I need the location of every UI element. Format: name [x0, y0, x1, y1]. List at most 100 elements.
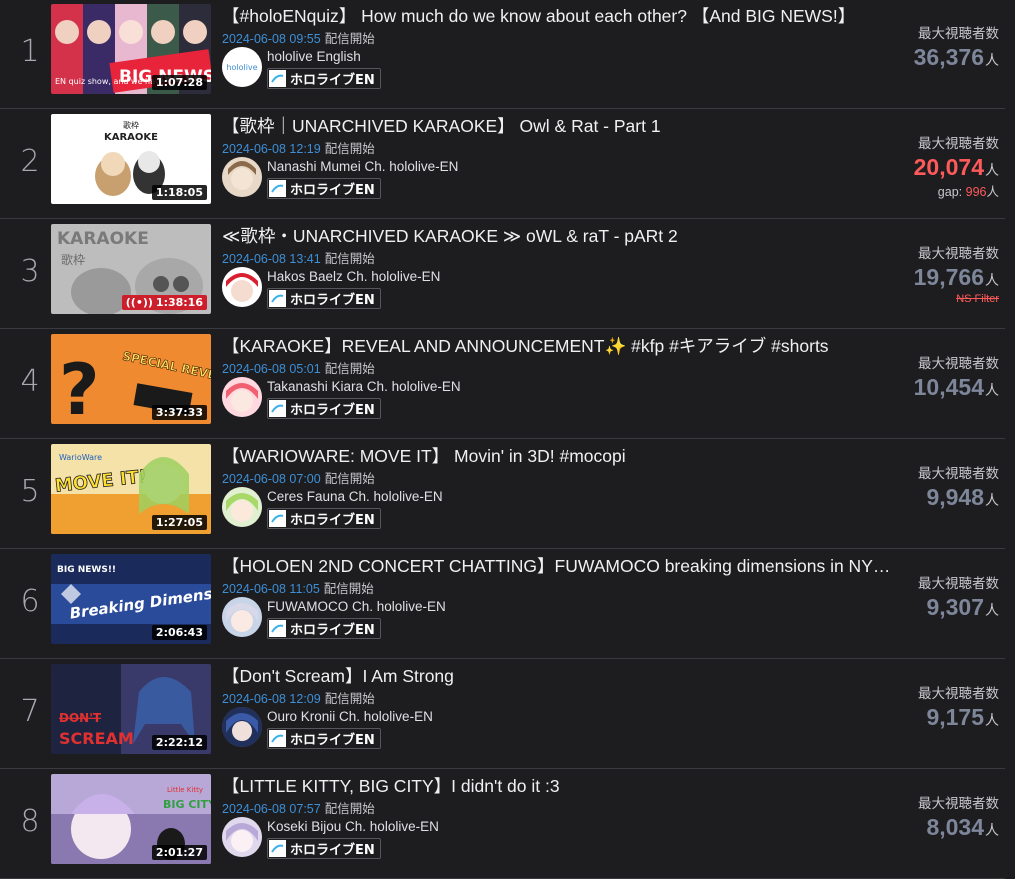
stat-label: 最大視聴者数 [918, 686, 999, 701]
ranking-row[interactable]: 6 BIG NEWS!! Breaking Dimensions 2:06:43… [0, 550, 1005, 659]
duration-badge: 1:18:05 [151, 185, 207, 200]
thumb-subtext: DON'T [59, 711, 102, 725]
peak-viewers-value: 9,307 [926, 594, 984, 620]
start-date: 2024-06-08 09:55 [222, 32, 321, 46]
ranking-row[interactable]: 1 BIG NEWS!? EN quiz show, and we have 1… [0, 0, 1005, 109]
badge-label: ホロライブEN [290, 843, 375, 858]
start-suffix: 配信開始 [324, 802, 375, 816]
start-suffix: 配信開始 [324, 32, 375, 46]
ranking-row[interactable]: 5 WarioWare MOVE IT! 1:27:05 【WARIOWARE:… [0, 440, 1005, 549]
stat-label: 最大視聴者数 [918, 576, 999, 591]
channel-avatar[interactable] [222, 597, 262, 637]
thumb-subtext: EN quiz show, and we have [55, 77, 165, 86]
start-suffix: 配信開始 [324, 252, 375, 266]
badge-label: ホロライブEN [290, 403, 375, 418]
unit: 人 [985, 382, 999, 398]
channel-avatar[interactable] [222, 157, 262, 197]
badge-label: ホロライブEN [290, 183, 375, 198]
video-title[interactable]: 【#holoENquiz】 How much do we know about … [222, 3, 902, 28]
viewer-stats: 最大視聴者数 10,454人 [914, 352, 999, 405]
thumb-text: KARAOKE [104, 132, 158, 143]
hololive-logo-icon [269, 290, 286, 307]
duration-badge: 1:27:05 [151, 515, 207, 530]
channel-name[interactable]: Takanashi Kiara Ch. hololive-EN [267, 379, 461, 394]
ranking-row[interactable]: 2 歌枠 KARAOKE 1:18:05 【歌枠｜UNARCHIVED KARA… [0, 110, 1005, 219]
channel-avatar[interactable] [222, 377, 262, 417]
peak-viewers: 9,175人 [918, 702, 999, 735]
viewer-stats: 最大視聴者数 20,074人 gap: 996人 [914, 132, 999, 200]
video-title[interactable]: 【Don't Scream】I Am Strong [222, 663, 902, 688]
start-time: 2024-06-08 12:09 配信開始 [222, 688, 375, 707]
channel-avatar[interactable] [222, 707, 262, 747]
channel-avatar[interactable] [222, 487, 262, 527]
channel-avatar[interactable] [222, 817, 262, 857]
peak-viewers-value: 9,948 [926, 484, 984, 510]
start-date: 2024-06-08 07:57 [222, 802, 321, 816]
duration-badge: ((•)) 1:38:16 [121, 295, 207, 310]
stat-label: 最大視聴者数 [918, 466, 999, 481]
video-thumbnail[interactable]: KARAOKE 歌枠 ((•)) 1:38:16 [51, 224, 211, 314]
hololive-logo-icon [269, 510, 286, 527]
start-suffix: 配信開始 [324, 362, 375, 376]
ranking-row[interactable]: 7 DON'T SCREAM 2:22:12 【Don't Scream】I A… [0, 660, 1005, 769]
video-title[interactable]: 【HOLOEN 2ND CONCERT CHATTING】FUWAMOCO br… [222, 553, 902, 578]
ranking-row[interactable]: 4 ? SPECIAL REVEAL 3:37:33 【KARAOKE】REVE… [0, 330, 1005, 439]
channel-name[interactable]: Nanashi Mumei Ch. hololive-EN [267, 159, 458, 174]
channel-name[interactable]: Ceres Fauna Ch. hololive-EN [267, 489, 443, 504]
ranking-row[interactable]: 3 KARAOKE 歌枠 ((•)) 1:38:16 ≪歌枠・UNARCHIVE… [0, 220, 1005, 329]
unit: 人 [985, 162, 999, 178]
viewer-stats: 最大視聴者数 36,376人 [914, 22, 999, 75]
gap-value: 996 [965, 185, 987, 199]
group-badge: ホロライブEN [267, 838, 381, 859]
badge-label: ホロライブEN [290, 293, 375, 308]
start-time: 2024-06-08 13:41 配信開始 [222, 248, 375, 267]
channel-avatar[interactable]: hololive [222, 47, 262, 87]
peak-viewers-value: 20,074 [913, 154, 984, 180]
unit: 人 [985, 602, 999, 618]
thumb-subtext: BIG NEWS!! [57, 565, 116, 575]
thumb-subtext: WarioWare [59, 453, 102, 462]
peak-viewers: 19,766人 [914, 262, 999, 295]
group-badge: ホロライブEN [267, 68, 381, 89]
video-thumbnail[interactable]: 歌枠 KARAOKE 1:18:05 [51, 114, 211, 204]
peak-viewers: 36,376人 [914, 42, 999, 75]
channel-name[interactable]: Koseki Bijou Ch. hololive-EN [267, 819, 439, 834]
viewer-stats: 最大視聴者数 9,175人 [918, 682, 999, 735]
video-title[interactable]: 【LITTLE KITTY, BIG CITY】I didn't do it :… [222, 773, 902, 798]
peak-viewers-value: 36,376 [913, 44, 984, 70]
hololive-logo-icon [269, 730, 286, 747]
channel-name[interactable]: hololive English [267, 49, 361, 64]
gap-label: gap: [937, 185, 963, 199]
video-thumbnail[interactable]: ? SPECIAL REVEAL 3:37:33 [51, 334, 211, 424]
start-date: 2024-06-08 11:05 [222, 582, 320, 596]
video-title[interactable]: 【WARIOWARE: MOVE IT】 Movin' in 3D! #moco… [222, 443, 902, 468]
ranking-row[interactable]: 8 Little Kitty BIG CITY 2:01:27 【LITTLE … [0, 770, 1005, 879]
thumb-subtext: 歌枠 [61, 252, 85, 267]
video-thumbnail[interactable]: DON'T SCREAM 2:22:12 [51, 664, 211, 754]
peak-viewers-value: 19,766 [913, 264, 984, 290]
viewer-stats: 最大視聴者数 9,307人 [918, 572, 999, 625]
thumb-text: BIG CITY [163, 798, 211, 811]
group-badge: ホロライブEN [267, 618, 381, 639]
duration-text: 1:38:16 [155, 296, 203, 309]
group-badge: ホロライブEN [267, 288, 381, 309]
duration-text: 1:07:28 [155, 76, 203, 89]
video-thumbnail[interactable]: BIG NEWS!! Breaking Dimensions 2:06:43 [51, 554, 211, 644]
video-title[interactable]: 【歌枠｜UNARCHIVED KARAOKE】 Owl & Rat - Part… [222, 113, 902, 138]
stat-label: 最大視聴者数 [918, 246, 999, 261]
unit: 人 [985, 52, 999, 68]
start-suffix: 配信開始 [323, 582, 374, 596]
video-thumbnail[interactable]: BIG NEWS!? EN quiz show, and we have 1:0… [51, 4, 211, 94]
channel-name[interactable]: Hakos Baelz Ch. hololive-EN [267, 269, 440, 284]
start-suffix: 配信開始 [324, 692, 375, 706]
channel-avatar[interactable] [222, 267, 262, 307]
video-thumbnail[interactable]: WarioWare MOVE IT! 1:27:05 [51, 444, 211, 534]
video-title[interactable]: ≪歌枠・UNARCHIVED KARAOKE ≫ oWL & raT - pAR… [222, 223, 902, 248]
unit: 人 [985, 712, 999, 728]
thumb-text: SCREAM [59, 729, 134, 748]
video-thumbnail[interactable]: Little Kitty BIG CITY 2:01:27 [51, 774, 211, 864]
video-title[interactable]: 【KARAOKE】REVEAL AND ANNOUNCEMENT✨ #kfp #… [222, 333, 902, 358]
channel-name[interactable]: Ouro Kronii Ch. hololive-EN [267, 709, 433, 724]
start-time: 2024-06-08 12:19 配信開始 [222, 138, 375, 157]
channel-name[interactable]: FUWAMOCO Ch. hololive-EN [267, 599, 446, 614]
